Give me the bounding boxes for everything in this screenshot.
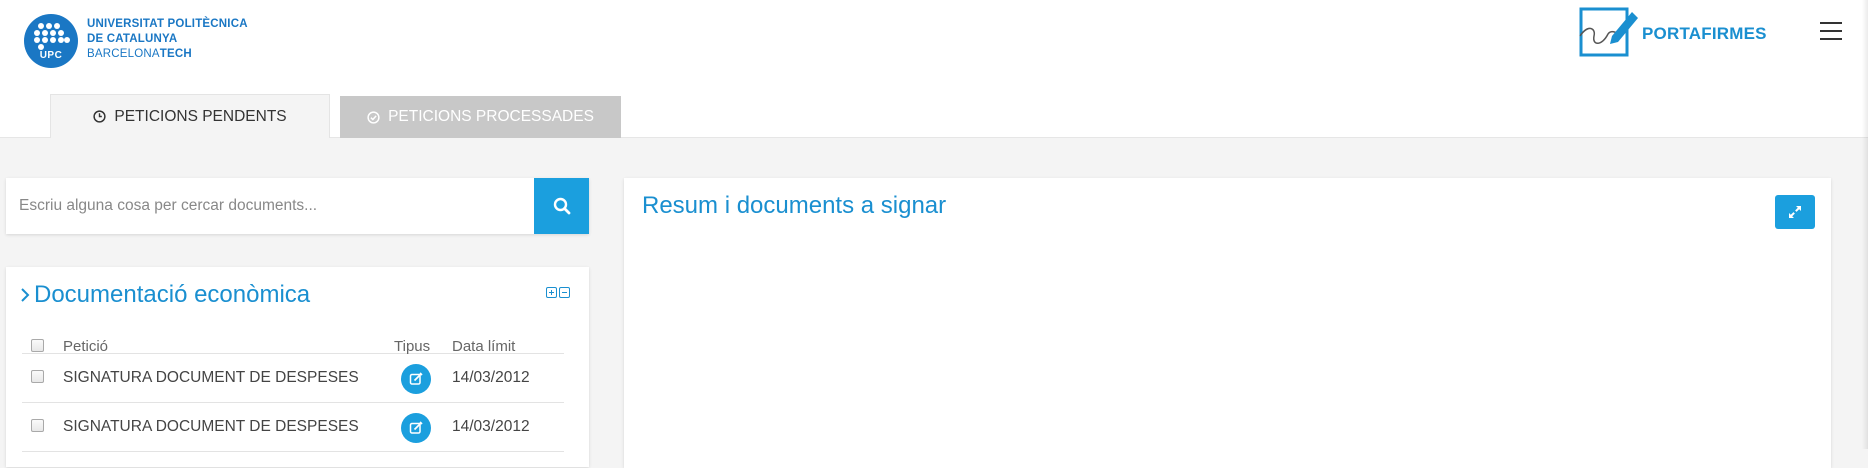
summary-title: Resum i documents a signar <box>642 192 947 219</box>
logo-dot <box>54 23 60 29</box>
logo-line-1: UNIVERSITAT POLITÈCNICA <box>87 18 248 30</box>
row-peticio: SIGNATURA DOCUMENT DE DESPESES <box>63 418 359 435</box>
logo-dot <box>34 37 40 43</box>
logo-dot <box>50 30 56 36</box>
check-circle-icon <box>367 110 380 124</box>
logo-line-3-bold: TECH <box>159 48 192 60</box>
hamburger-menu-icon[interactable] <box>1820 20 1844 42</box>
logo-dot <box>64 37 70 43</box>
tab-peticions-processades[interactable]: PETICIONS PROCESSADES <box>340 96 621 138</box>
search-bar <box>6 178 589 234</box>
edit-icon[interactable] <box>401 364 431 394</box>
table-header: Petició Tipus Data límit <box>22 323 564 355</box>
tab-label: PETICIONS PROCESSADES <box>388 108 594 125</box>
logo-line-3-light: BARCELONA <box>87 48 160 60</box>
app-title[interactable]: PORTAFIRMES <box>1642 24 1767 44</box>
document-group-title: Documentació econòmica <box>34 281 311 308</box>
select-all-checkbox[interactable] <box>31 339 44 352</box>
search-icon <box>553 197 570 215</box>
logo-dot <box>42 30 48 36</box>
expand-button[interactable] <box>1775 195 1815 229</box>
row-peticio: SIGNATURA DOCUMENT DE DESPESES <box>63 369 359 386</box>
table-row[interactable]: SIGNATURA DOCUMENT DE DESPESES 14/03/201… <box>22 354 564 403</box>
table-row[interactable]: SIGNATURA DOCUMENT DE DESPESES 14/03/201… <box>22 403 564 452</box>
upc-logo-badge: UPC <box>39 50 63 61</box>
upc-logo[interactable]: UPC UNIVERSITAT POLITÈCNICA DE CATALUNYA… <box>24 14 304 68</box>
row-checkbox[interactable] <box>31 370 44 383</box>
logo-dot <box>58 30 64 36</box>
expand-all-icon[interactable] <box>546 287 557 298</box>
column-header-peticio: Petició <box>63 338 109 355</box>
portafirmes-logo-icon <box>1579 7 1638 57</box>
column-header-tipus: Tipus <box>394 338 431 355</box>
column-header-data-limit: Data límit <box>452 338 516 355</box>
expand-collapse-controls <box>546 287 570 298</box>
summary-panel: Resum i documents a signar <box>624 178 1831 468</box>
logo-line-3: BARCELONATECH <box>87 47 248 62</box>
search-input[interactable] <box>6 178 534 234</box>
expand-arrows-icon <box>1789 206 1801 218</box>
logo-line-2: DE CATALUNYA <box>87 33 178 45</box>
logo-dot <box>50 37 56 43</box>
document-group-panel: Documentació econòmica Petició Tipus Dat… <box>6 267 589 467</box>
logo-dot <box>38 23 44 29</box>
logo-dot <box>46 23 52 29</box>
row-data-limit: 14/03/2012 <box>452 369 530 386</box>
search-button[interactable] <box>534 178 589 234</box>
logo-dot <box>42 37 48 43</box>
document-group-toggle[interactable]: Documentació econòmica <box>20 281 310 309</box>
edit-icon[interactable] <box>401 413 431 443</box>
requests-table: Petició Tipus Data límit SIGNATURA DOCUM… <box>22 323 564 452</box>
upc-logo-text: UNIVERSITAT POLITÈCNICA DE CATALUNYA BAR… <box>87 17 248 62</box>
top-header: UPC UNIVERSITAT POLITÈCNICA DE CATALUNYA… <box>0 0 1868 138</box>
chevron-right-icon <box>20 287 30 303</box>
clock-icon <box>93 110 107 123</box>
logo-dot <box>34 30 40 36</box>
tab-peticions-pendents[interactable]: PETICIONS PENDENTS <box>50 94 330 138</box>
row-data-limit: 14/03/2012 <box>452 418 530 435</box>
page-edge-shadow <box>1862 0 1868 449</box>
tab-label: PETICIONS PENDENTS <box>114 107 287 125</box>
collapse-all-icon[interactable] <box>559 287 570 298</box>
row-checkbox[interactable] <box>31 419 44 432</box>
